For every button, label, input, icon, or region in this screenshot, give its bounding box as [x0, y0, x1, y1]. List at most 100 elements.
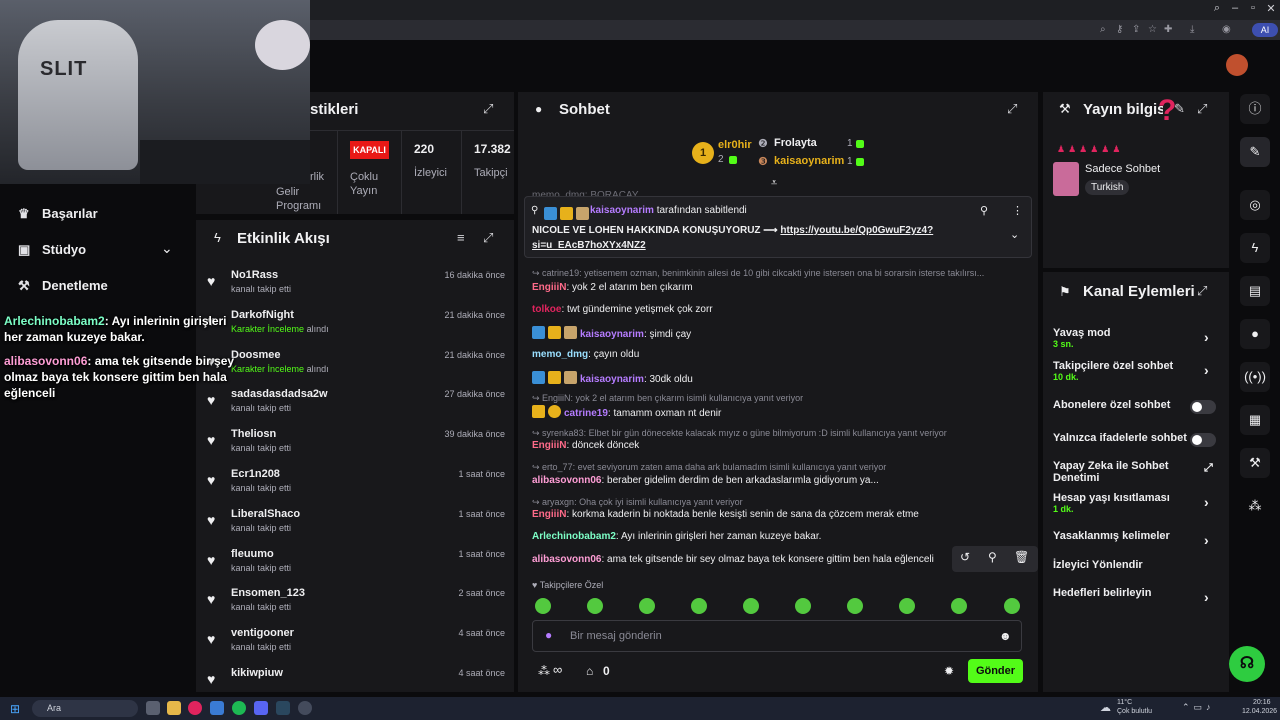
download-icon[interactable]: ⤓ [1190, 24, 1194, 35]
chat-username[interactable]: EngiiiN [532, 282, 566, 293]
channel-action-item[interactable]: Hedefleri belirleyin [1053, 587, 1193, 599]
chevron-down-icon[interactable]: ⌄ [161, 240, 173, 257]
activity-user[interactable]: sadasdasdadsa2w [231, 388, 328, 400]
nav-denetleme[interactable]: ⚒ Denetleme [18, 278, 108, 294]
nav-studyo[interactable]: ▣ Stüdyo [18, 242, 86, 258]
document-icon[interactable]: ▤ [1240, 276, 1270, 306]
activity-user[interactable]: fleuumo [231, 548, 274, 560]
chat-username[interactable]: kaisaoynarim [580, 329, 644, 340]
channel-action-item[interactable]: Yalnızca ifadelerle sohbet [1053, 432, 1193, 444]
support-headset-icon[interactable]: ☊ [1229, 646, 1265, 682]
lightning-icon[interactable]: ϟ [1240, 233, 1270, 263]
activity-user[interactable]: LiberalShaco [231, 508, 300, 520]
pin-icon[interactable]: ⚲ [988, 550, 997, 564]
taskview-icon[interactable] [146, 701, 160, 715]
chat-username[interactable]: alibasovonn06 [532, 554, 601, 565]
chat-username[interactable]: Arlechinobabam2 [532, 531, 616, 542]
chevron-right-icon[interactable]: › [1204, 494, 1209, 510]
leader-2-name[interactable]: Frolayta [774, 137, 817, 149]
activity-row[interactable]: ♥ Theliosn kanalı takip etti 39 dakika önce [207, 428, 505, 468]
reply-icon[interactable]: ↺ [960, 550, 970, 564]
send-button[interactable]: Gönder [968, 659, 1023, 683]
category-thumbnail[interactable] [1053, 162, 1079, 196]
channel-action-item[interactable]: İzleyici Yönlendir [1053, 559, 1193, 571]
activity-row[interactable]: ♥ fleuumo kanalı takip etti 1 saat önce [207, 548, 505, 588]
collapse-leaderboard-icon[interactable]: ⩡ [771, 177, 777, 190]
chat-message[interactable]: alibasovonn06: beraber gidelim derdim de… [532, 475, 1022, 486]
leader-3-name[interactable]: kaisaoynarim [774, 155, 844, 167]
popout-icon[interactable]: ⤢ [483, 101, 493, 117]
activity-row[interactable]: ♥ No1Rass kanalı takip etti 16 dakika önce [207, 269, 505, 309]
chevron-right-icon[interactable]: › [1204, 532, 1209, 548]
popout-icon[interactable]: ⤢ [1007, 101, 1017, 117]
emote-icon[interactable] [639, 598, 655, 614]
filter-icon[interactable]: ≡ [457, 230, 465, 245]
chat-username[interactable]: tolkoe [532, 304, 561, 315]
channel-action-item[interactable]: Yasaklanmış kelimeler [1053, 530, 1193, 542]
folder-icon[interactable] [167, 701, 181, 715]
external-link-icon[interactable]: ⤢ [1204, 462, 1213, 475]
profile-icon[interactable]: ◉ [1222, 24, 1231, 35]
toggle-switch[interactable] [1190, 433, 1216, 447]
popout-icon[interactable]: ⤢ [1197, 101, 1207, 117]
chat-message[interactable]: EngiiiN: korkma kaderin bi noktada benle… [532, 509, 1022, 520]
chat-username[interactable]: alibasovonn06 [532, 475, 601, 486]
minimize-icon[interactable]: – [1227, 2, 1243, 18]
users-icon[interactable]: ⁂ [1240, 491, 1270, 521]
category-name[interactable]: Sadece Sohbet [1085, 163, 1160, 175]
puzzle-icon[interactable]: ✚ [1164, 24, 1172, 35]
activity-row[interactable]: ♥ Ensomen_123 kanalı takip etti 2 saat önce [207, 587, 505, 627]
ai-button[interactable]: AI [1252, 23, 1278, 37]
emote-icon[interactable] [691, 598, 707, 614]
chevron-right-icon[interactable]: › [1204, 329, 1209, 345]
chevron-right-icon[interactable]: › [1204, 362, 1209, 378]
activity-row[interactable]: ♥ LiberalShaco kanalı takip etti 1 saat önc… [207, 508, 505, 548]
activity-row[interactable]: ♥ Ecr1n208 kanalı takip etti 1 saat önce [207, 468, 505, 508]
toggle-switch[interactable] [1190, 400, 1216, 414]
activity-user[interactable]: Theliosn [231, 428, 276, 440]
chat-username[interactable]: EngiiiN [532, 440, 566, 451]
activity-user[interactable]: Ensomen_123 [231, 587, 305, 599]
edit-icon[interactable]: ✎ [1174, 101, 1185, 117]
channel-action-item[interactable]: Hesap yaşı kısıtlaması 1 dk. [1053, 492, 1193, 514]
chat-message[interactable]: tolkoe: twt gündemine yetişmek çok zorr [532, 304, 1022, 315]
emote-icon[interactable] [951, 598, 967, 614]
chat-message[interactable]: memo_dmg: çayın oldu [532, 349, 1022, 360]
obs-icon[interactable] [298, 701, 312, 715]
popout-icon[interactable]: ⤢ [1197, 283, 1207, 299]
chevron-down-icon[interactable]: ⌄ [1010, 228, 1019, 241]
windows-start-icon[interactable]: ⊞ [10, 702, 20, 716]
channel-action-item[interactable]: Abonelere özel sohbet [1053, 399, 1193, 411]
wrench-icon[interactable]: ⚒ [1240, 448, 1270, 478]
steam-icon[interactable] [276, 701, 290, 715]
activity-user[interactable]: ventigooner [231, 627, 294, 639]
popout-icon[interactable]: ⤢ [483, 230, 493, 246]
chat-message[interactable]: alibasovonn06: ama tek gitsende bir sey … [532, 554, 1022, 565]
info-icon[interactable]: ⓘ [1240, 94, 1270, 124]
chat-username[interactable]: kaisaoynarim [580, 374, 644, 385]
more-icon[interactable]: ⋮ [1012, 204, 1023, 217]
chat-message[interactable]: EngiiiN: yok 2 el atarım ben çıkarım [532, 282, 1022, 293]
stats-icon[interactable]: ▦ [1240, 405, 1270, 435]
zoom-icon[interactable]: ⌕ [1100, 24, 1106, 35]
unpin-icon[interactable]: ⚲ [980, 204, 988, 217]
emote-icon[interactable] [587, 598, 603, 614]
key-icon[interactable]: ⚷ [1116, 24, 1123, 35]
emote-icon[interactable] [847, 598, 863, 614]
emoji-icon[interactable]: ☻ [999, 629, 1012, 643]
emote-icon[interactable] [795, 598, 811, 614]
emote-icon[interactable] [1004, 598, 1020, 614]
chat-message[interactable]: catrine19: tamamm oxman nt denir [532, 405, 1022, 419]
emote-icon[interactable] [535, 598, 551, 614]
activity-user[interactable]: Ecr1n208 [231, 468, 280, 480]
activity-user[interactable]: No1Rass [231, 269, 278, 281]
channel-action-item[interactable]: Takipçilere özel sohbet 10 dk. [1053, 360, 1193, 382]
tray-icons[interactable]: ⌃▭♪ [1182, 702, 1215, 713]
pencil-icon[interactable]: ✎ [1240, 137, 1270, 167]
chat-message[interactable]: Arlechinobabam2: Ayı inlerinin girişleri… [532, 531, 1022, 542]
chat-username[interactable]: catrine19 [564, 408, 608, 419]
trash-icon[interactable]: 🗑 [1014, 550, 1029, 564]
leader-1-name[interactable]: elr0hir [718, 139, 752, 151]
activity-row[interactable]: ♥ DarkofNight Karakter İnceleme alındı 21 d… [207, 309, 505, 349]
close-icon[interactable]: ✕ [1263, 2, 1279, 18]
